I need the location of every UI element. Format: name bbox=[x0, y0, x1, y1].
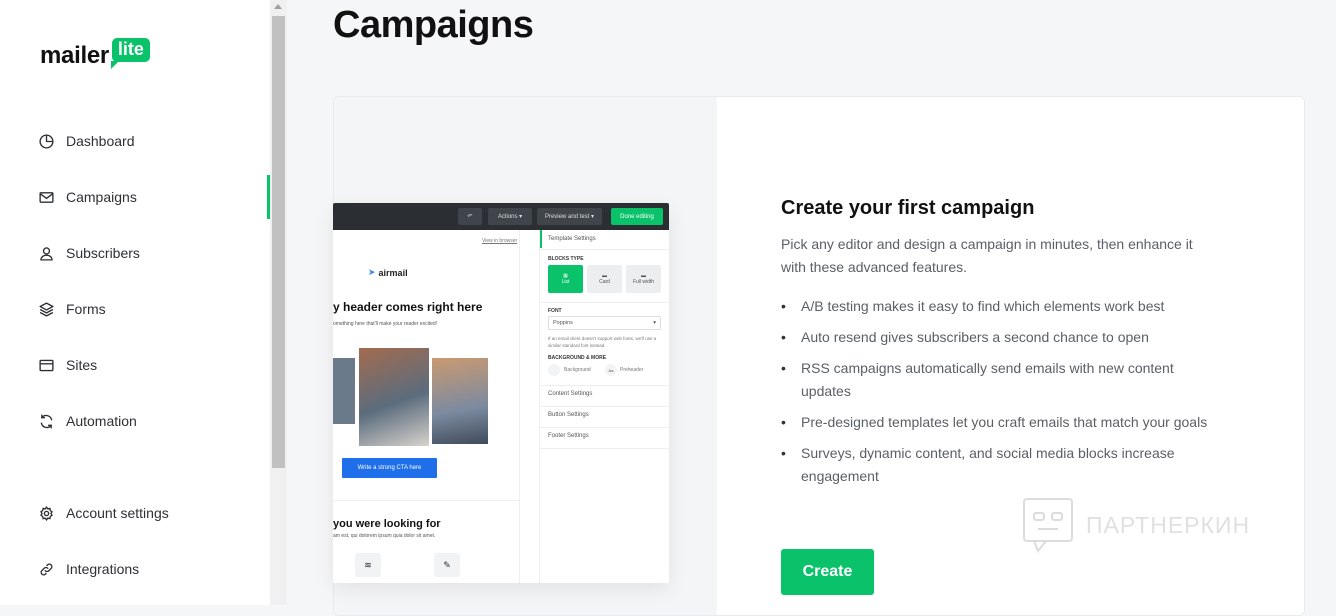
sidebar-item-integrations[interactable]: Integrations bbox=[38, 557, 139, 581]
divider bbox=[540, 302, 669, 303]
font-select: Poppins ▾ bbox=[548, 316, 661, 330]
preheader-swatch: Aa bbox=[605, 364, 617, 376]
onboarding-description: Pick any editor and design a campaign in… bbox=[781, 236, 1193, 275]
font-note: If an email client doesn't support web f… bbox=[548, 336, 657, 348]
sidebar-item-label: Automation bbox=[66, 413, 137, 429]
bg-swatch bbox=[548, 364, 560, 376]
page-title: Campaigns bbox=[333, 4, 534, 46]
sidebar-item-forms[interactable]: Forms bbox=[38, 297, 106, 321]
sidebar-item-label: Account settings bbox=[66, 505, 169, 521]
bg-label: BACKGROUND & MORE bbox=[548, 355, 607, 361]
link-icon bbox=[40, 563, 53, 575]
edit-icon: ✎ bbox=[434, 553, 460, 577]
email-section-title: you were looking for bbox=[333, 518, 441, 530]
feature-item: Pre-designed templates let you craft ema… bbox=[781, 411, 1221, 434]
actions-button: Actions ▾ bbox=[488, 208, 532, 225]
feature-item: A/B testing makes it easy to find which … bbox=[781, 295, 1221, 318]
email-photo bbox=[359, 348, 429, 446]
sidebar-item-subscribers[interactable]: Subscribers bbox=[38, 241, 140, 265]
sidebar-item-account-settings[interactable]: Account settings bbox=[38, 501, 169, 525]
feature-item: RSS campaigns automatically send emails … bbox=[781, 357, 1221, 403]
create-campaign-button[interactable]: Create bbox=[781, 549, 874, 595]
email-brand: ➤ airmail bbox=[368, 267, 408, 278]
sidebar-item-label: Subscribers bbox=[66, 245, 140, 261]
button-settings-label: Button Settings bbox=[548, 412, 589, 418]
email-subline: omething here that'll make your reader e… bbox=[333, 321, 438, 327]
refresh-icon bbox=[40, 413, 53, 429]
email-section-text: am est, qui dolorem ipsum quia dolor sit… bbox=[333, 533, 436, 539]
sidebar-item-dashboard[interactable]: Dashboard bbox=[38, 129, 135, 153]
sidebar-item-label: Dashboard bbox=[66, 133, 135, 149]
feature-item: Surveys, dynamic content, and social med… bbox=[781, 442, 1221, 488]
block-option-card: ▬ Card bbox=[587, 265, 622, 293]
email-photo bbox=[333, 358, 355, 424]
gear-icon bbox=[40, 505, 53, 521]
divider bbox=[540, 385, 669, 386]
email-brand-name: airmail bbox=[378, 267, 408, 278]
bg-option-preheader: Preheader bbox=[620, 367, 644, 373]
email-photo bbox=[432, 358, 488, 444]
user-icon bbox=[40, 246, 53, 261]
blocks-type-label: BLOCKS TYPE bbox=[548, 256, 584, 262]
sidebar-scrollbar-thumb[interactable] bbox=[272, 16, 285, 468]
bg-option-background: Background bbox=[564, 367, 591, 373]
mailerlite-logo[interactable]: mailer lite bbox=[40, 38, 150, 69]
email-cta-button: Write a strong CTA here bbox=[342, 458, 437, 478]
logo-word: mailer bbox=[40, 42, 109, 69]
block-option-full-width: ▬ Full width bbox=[626, 265, 661, 293]
paper-plane-icon: ➤ bbox=[368, 267, 376, 277]
sidebar-item-campaigns[interactable]: Campaigns bbox=[38, 185, 137, 209]
logo-badge: lite bbox=[110, 38, 150, 69]
divider bbox=[333, 500, 520, 501]
editor-preview-image: ↶ Actions ▾ Preview and test ▾ Done edit… bbox=[333, 203, 669, 583]
footer-settings-label: Footer Settings bbox=[548, 433, 589, 439]
feature-item: Auto resend gives subscribers a second c… bbox=[781, 326, 1221, 349]
block-option-list: ▦ List bbox=[548, 265, 583, 293]
content-settings-label: Content Settings bbox=[548, 391, 593, 397]
layers-icon bbox=[39, 301, 54, 317]
mask-icon bbox=[1023, 498, 1073, 553]
dashboard-icon bbox=[39, 133, 54, 149]
email-preview: View in browser ➤ airmail y header comes… bbox=[333, 230, 520, 583]
panel-active-indicator bbox=[540, 230, 542, 248]
divider bbox=[540, 249, 669, 250]
sidebar-item-automation[interactable]: Automation bbox=[38, 409, 137, 433]
sidebar: mailer lite Dashboard Campaigns Subscrib… bbox=[0, 0, 270, 605]
template-settings-label: Template Settings bbox=[548, 236, 596, 242]
divider bbox=[540, 406, 669, 407]
undo-icon: ↶ bbox=[458, 208, 482, 225]
sidebar-item-sites[interactable]: Sites bbox=[38, 353, 97, 377]
sidebar-item-label: Forms bbox=[66, 301, 106, 317]
watermark: ПАРТНЕРКИН bbox=[1022, 497, 1250, 553]
view-in-browser-link: View in browser bbox=[482, 238, 518, 244]
divider bbox=[540, 448, 669, 449]
email-headline: y header comes right here bbox=[333, 300, 483, 314]
scroll-up-arrow-icon[interactable] bbox=[274, 4, 282, 9]
watermark-text: ПАРТНЕРКИН bbox=[1086, 511, 1251, 538]
divider bbox=[540, 427, 669, 428]
preview-test-button: Preview and test ▾ bbox=[537, 208, 602, 225]
done-editing-button: Done editing bbox=[611, 208, 663, 225]
browser-icon bbox=[39, 359, 54, 371]
sidebar-item-label: Campaigns bbox=[66, 189, 137, 205]
font-label: FONT bbox=[548, 308, 562, 314]
editor-toolbar: ↶ Actions ▾ Preview and test ▾ Done edit… bbox=[333, 203, 669, 230]
sidebar-item-label: Sites bbox=[66, 357, 98, 373]
sidebar-item-label: Integrations bbox=[66, 561, 140, 577]
onboarding-heading: Create your first campaign bbox=[781, 197, 1035, 219]
mail-icon bbox=[39, 191, 54, 203]
feature-list: A/B testing makes it easy to find which … bbox=[781, 295, 1221, 496]
layers-icon: ≋ bbox=[355, 553, 381, 577]
settings-panel: Template Settings BLOCKS TYPE ▦ List ▬ Car… bbox=[539, 230, 669, 583]
